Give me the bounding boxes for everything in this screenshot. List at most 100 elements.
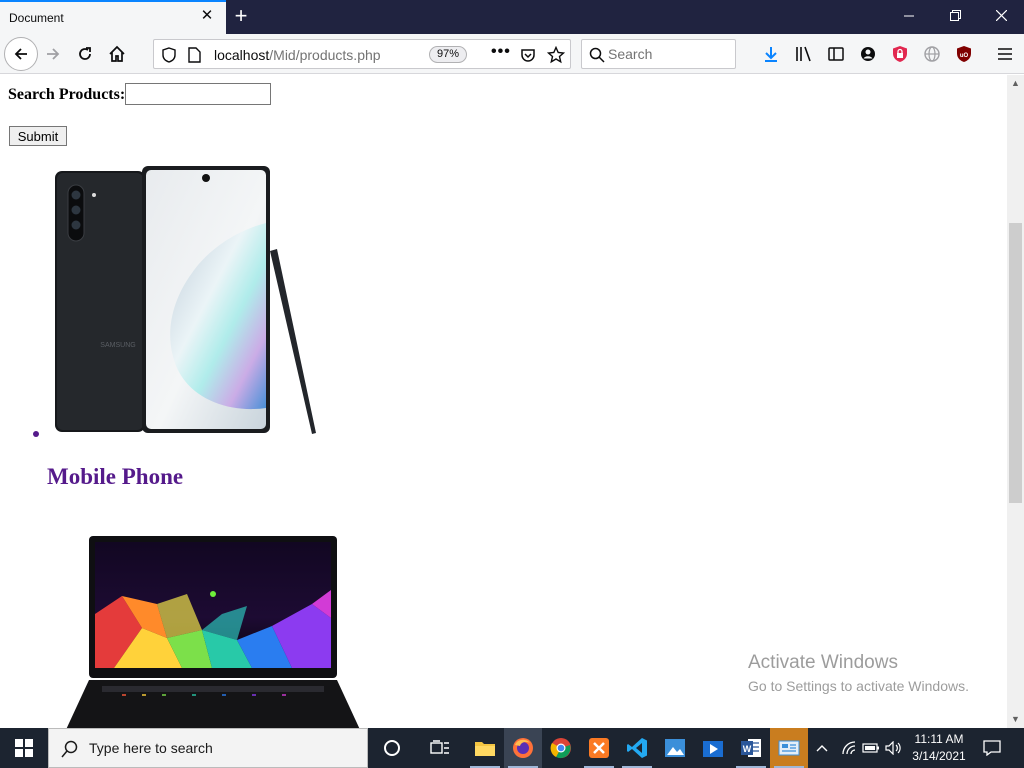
account-button[interactable] — [856, 42, 880, 66]
reload-icon — [79, 47, 91, 60]
product-name-link[interactable]: Mobile Phone — [47, 464, 183, 490]
back-button[interactable] — [4, 37, 38, 71]
control-panel-icon — [778, 740, 800, 756]
clock-time: 11:11 AM — [914, 732, 964, 746]
media-player-button[interactable] — [694, 728, 732, 768]
ublock-button[interactable]: uO — [952, 42, 976, 66]
close-icon — [995, 9, 1007, 22]
addon-globe-button[interactable] — [920, 42, 944, 66]
svg-text:W: W — [743, 744, 752, 754]
search-products-input[interactable] — [125, 83, 271, 105]
scroll-down-arrow[interactable]: ▼ — [1007, 711, 1024, 728]
browser-tab-strip: Document ✕ + — [0, 0, 1024, 34]
start-button[interactable] — [0, 728, 48, 768]
web-search-box[interactable] — [581, 39, 736, 69]
hamburger-menu-icon — [998, 48, 1012, 60]
globe-icon — [924, 46, 940, 62]
vscode-icon — [627, 738, 647, 758]
menu-button[interactable] — [993, 42, 1017, 66]
battery-icon — [862, 743, 879, 753]
search-products-label: Search Products: — [8, 86, 126, 103]
xampp-icon — [589, 738, 609, 758]
home-button[interactable] — [105, 42, 129, 66]
taskbar-search-placeholder: Type here to search — [89, 740, 213, 756]
navigation-toolbar: localhost/Mid/products.php 97% ••• uO — [0, 34, 1024, 74]
chrome-button[interactable] — [542, 728, 580, 768]
photos-button[interactable] — [656, 728, 694, 768]
watermark-subtitle: Go to Settings to activate Windows. — [748, 678, 969, 694]
restore-button[interactable] — [932, 0, 978, 32]
page-scrollbar[interactable]: ▲ ▼ — [1007, 75, 1024, 728]
library-icon — [796, 46, 811, 62]
web-search-input[interactable] — [608, 45, 728, 63]
arrow-left-icon — [14, 48, 27, 60]
battery-button[interactable] — [860, 728, 882, 768]
task-view-icon — [430, 740, 449, 754]
url-path: /Mid/products.php — [269, 47, 381, 63]
active-tab[interactable]: Document ✕ — [0, 0, 226, 34]
addon-shield-button[interactable] — [888, 42, 912, 66]
forward-button[interactable] — [41, 42, 65, 66]
svg-text:SAMSUNG: SAMSUNG — [100, 342, 135, 349]
clock-date: 3/14/2021 — [912, 749, 966, 763]
tab-title: Document — [9, 11, 64, 25]
library-button[interactable] — [792, 42, 816, 66]
search-icon — [589, 47, 605, 63]
mobile-phone-image[interactable]: SAMSUNG — [52, 163, 322, 435]
svg-text:uO: uO — [960, 53, 969, 59]
page-content: Search Products: Submit SAMSUNG Mobile P… — [0, 75, 1007, 728]
page-info-icon[interactable] — [187, 47, 201, 63]
list-bullet — [33, 431, 39, 437]
reload-button[interactable] — [73, 42, 97, 66]
cortana-icon — [384, 740, 400, 756]
tracking-shield-icon[interactable] — [162, 47, 176, 63]
pocket-icon[interactable] — [520, 47, 536, 63]
action-center-button[interactable] — [973, 728, 1011, 768]
url-text[interactable]: localhost/Mid/products.php — [214, 47, 381, 63]
volume-button[interactable] — [882, 728, 906, 768]
wifi-icon — [842, 741, 856, 755]
sidebar-icon — [828, 47, 844, 61]
privacy-badger-icon — [893, 46, 907, 62]
submit-button[interactable]: Submit — [9, 126, 67, 146]
scroll-up-arrow[interactable]: ▲ — [1007, 75, 1024, 92]
home-icon — [109, 45, 125, 62]
activate-windows-watermark: Activate Windows Go to Settings to activ… — [748, 652, 969, 694]
close-tab-icon[interactable]: ✕ — [200, 8, 214, 23]
sidebar-toggle-button[interactable] — [824, 42, 848, 66]
word-button[interactable]: W — [732, 728, 770, 768]
photos-icon — [665, 739, 685, 757]
taskbar-search-box[interactable]: Type here to search — [48, 728, 368, 768]
file-explorer-button[interactable] — [466, 728, 504, 768]
scroll-thumb[interactable] — [1009, 223, 1022, 503]
xampp-button[interactable] — [580, 728, 618, 768]
show-hidden-icons-button[interactable] — [809, 728, 835, 768]
new-tab-button[interactable]: + — [231, 5, 251, 27]
system-clock[interactable]: 11:11 AM 3/14/2021 — [907, 731, 971, 765]
search-icon — [61, 740, 78, 758]
arrow-right-icon — [47, 48, 60, 60]
chevron-up-icon — [816, 745, 828, 752]
ublock-origin-icon: uO — [957, 46, 971, 62]
word-icon: W — [741, 739, 761, 757]
notification-icon — [983, 740, 1001, 756]
zoom-level[interactable]: 97% — [429, 46, 467, 63]
bookmark-star-icon[interactable] — [547, 46, 565, 64]
watermark-title: Activate Windows — [748, 652, 898, 673]
task-view-button[interactable] — [421, 728, 459, 768]
restore-icon — [949, 10, 961, 21]
laptop-image[interactable] — [62, 534, 364, 728]
address-bar[interactable]: localhost/Mid/products.php 97% ••• — [153, 39, 571, 69]
minimize-icon — [904, 15, 914, 17]
cortana-button[interactable] — [373, 728, 411, 768]
close-window-button[interactable] — [978, 0, 1024, 32]
control-panel-button[interactable] — [770, 728, 808, 768]
downloads-button[interactable] — [759, 42, 783, 66]
minimize-button[interactable] — [886, 0, 932, 32]
speaker-icon — [885, 741, 901, 755]
network-button[interactable] — [837, 728, 861, 768]
vscode-button[interactable] — [618, 728, 656, 768]
page-actions-icon[interactable]: ••• — [491, 43, 511, 61]
play-icon — [703, 741, 723, 757]
firefox-button[interactable] — [504, 728, 542, 768]
